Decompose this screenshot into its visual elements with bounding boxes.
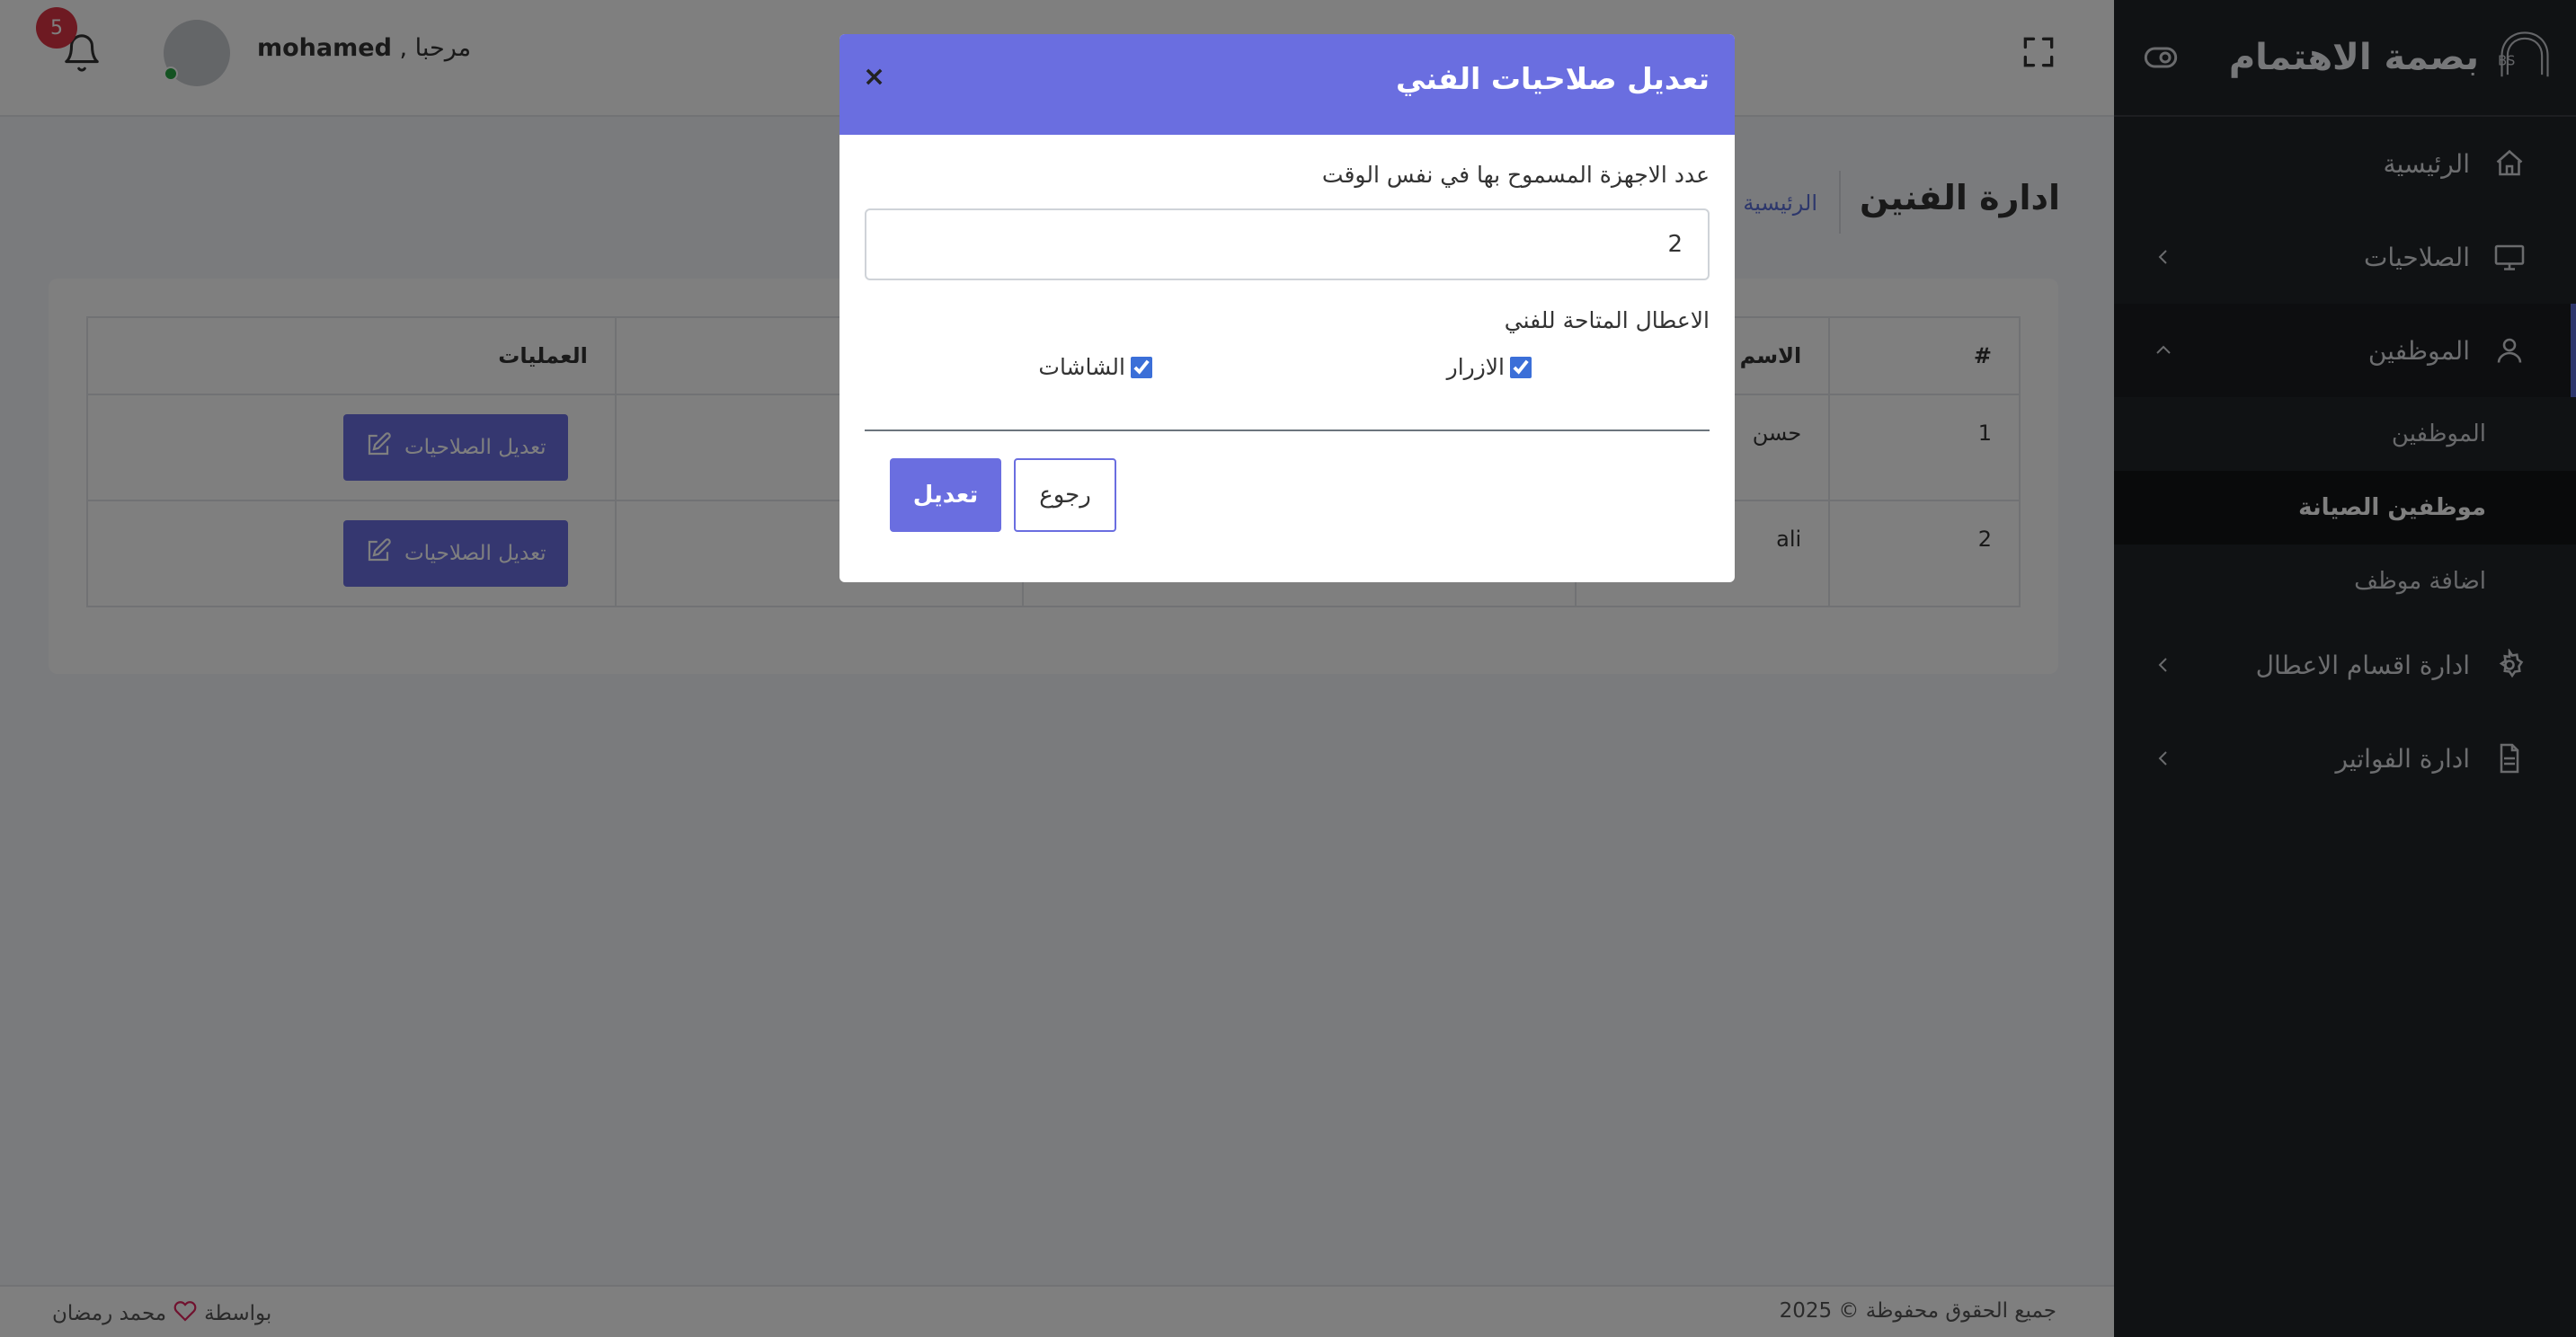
back-button[interactable]: رجوع [1014, 458, 1116, 532]
screens-checkbox-label: الشاشات [1038, 354, 1125, 380]
modal-body: عدد الاجهزة المسموح بها في نفس الوقت الا… [839, 135, 1735, 582]
buttons-checkbox-label: الازرار [1446, 354, 1505, 380]
modal-divider [865, 429, 1710, 431]
modal-header: تعديل صلاحيات الفني × [839, 34, 1735, 135]
check-screens[interactable]: الشاشات [1038, 354, 1152, 380]
submit-button[interactable]: تعديل [890, 458, 1001, 532]
buttons-checkbox[interactable] [1510, 356, 1532, 378]
close-icon[interactable]: × [863, 61, 885, 93]
devices-label: عدد الاجهزة المسموح بها في نفس الوقت [1321, 162, 1710, 188]
screens-checkbox[interactable] [1131, 356, 1152, 378]
devices-count-input[interactable] [865, 208, 1710, 280]
edit-permissions-modal: تعديل صلاحيات الفني × عدد الاجهزة المسمو… [839, 34, 1735, 582]
app-root: 5 مرحبا , mohamed ادارة الفنين الرئيسية [0, 0, 2576, 1337]
faults-label: الاعطال المتاحة للفني [1504, 307, 1710, 333]
modal-title: تعديل صلاحيات الفني [1396, 61, 1710, 96]
check-buttons[interactable]: الازرار [1447, 354, 1532, 380]
